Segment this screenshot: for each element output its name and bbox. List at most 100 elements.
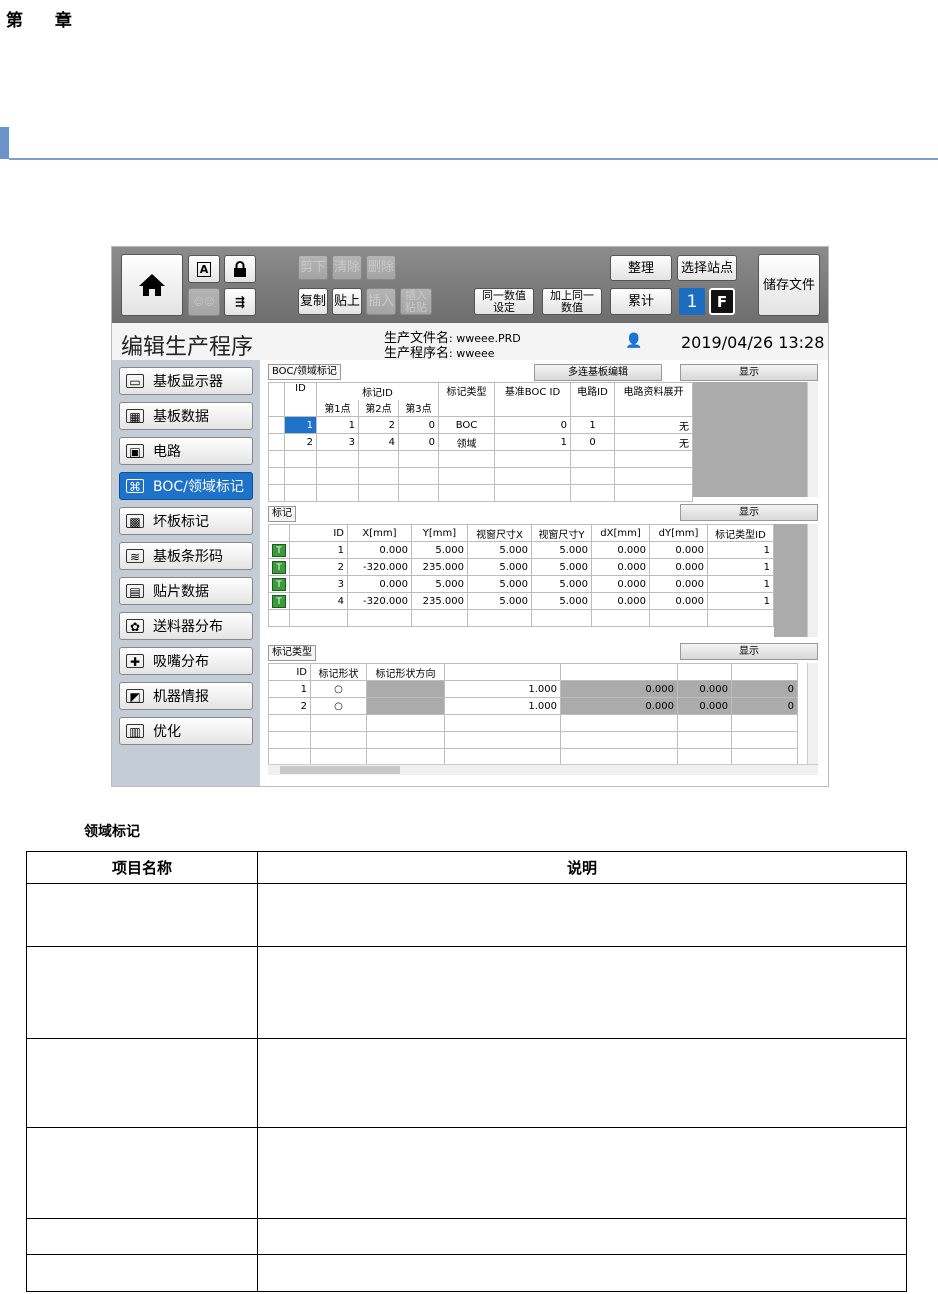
table-cell[interactable] xyxy=(310,731,367,749)
add-same-value-button[interactable]: 加上同一 数值 xyxy=(542,288,602,315)
table-cell[interactable]: 1 xyxy=(494,433,571,451)
home-button[interactable] xyxy=(121,254,183,316)
table-cell[interactable] xyxy=(570,467,615,485)
accumulate-button[interactable]: 累计 xyxy=(610,288,672,315)
table-cell[interactable]: 5.000 xyxy=(467,592,532,610)
table-cell[interactable] xyxy=(677,748,732,766)
sidebar-item-4[interactable]: ⌘ BOC/领域标记 xyxy=(119,472,253,500)
table-cell[interactable] xyxy=(316,450,359,468)
table-cell[interactable] xyxy=(649,609,708,627)
table-row[interactable] xyxy=(268,467,693,485)
boc-display-button[interactable]: 显示 xyxy=(680,364,818,381)
table-cell[interactable] xyxy=(731,731,798,749)
table-cell[interactable] xyxy=(316,484,359,502)
table-cell[interactable] xyxy=(560,748,678,766)
table-cell[interactable]: 235.000 xyxy=(411,558,468,576)
table-cell[interactable] xyxy=(366,697,445,715)
table-cell[interactable]: 0.000 xyxy=(347,575,412,593)
table-row[interactable]: T 2 -320.000 235.000 5.000 5.000 0.000 0.000 1 xyxy=(268,558,774,576)
table-cell[interactable]: 0.000 xyxy=(347,541,412,559)
table-cell[interactable]: 5.000 xyxy=(531,592,592,610)
table-row[interactable]: 1 ○ 1.000 0.000 0.000 0 xyxy=(268,680,798,698)
table-cell[interactable]: 5.000 xyxy=(531,575,592,593)
table-cell[interactable] xyxy=(438,450,495,468)
table-cell[interactable]: 1 xyxy=(707,541,774,559)
sidebar-item-9[interactable]: ✚ 吸嘴分布 xyxy=(119,647,253,675)
table-cell[interactable]: -320.000 xyxy=(347,592,412,610)
table-cell[interactable]: 3 xyxy=(289,575,348,593)
table-cell[interactable]: 0.000 xyxy=(591,541,650,559)
table-cell[interactable]: BOC xyxy=(438,416,495,434)
table-cell[interactable] xyxy=(358,467,399,485)
table-cell[interactable]: 无 xyxy=(614,433,693,451)
table-cell[interactable]: ○ xyxy=(310,680,367,698)
insert-button[interactable]: 插入 xyxy=(366,288,396,315)
table-row[interactable] xyxy=(268,731,798,749)
table-cell[interactable]: 1 xyxy=(284,416,317,434)
table-cell[interactable] xyxy=(494,467,571,485)
table-cell[interactable] xyxy=(614,450,693,468)
multi-board-edit-button[interactable]: 多连基板编辑 xyxy=(534,364,662,381)
table-row[interactable]: T 4 -320.000 235.000 5.000 5.000 0.000 0.000 1 xyxy=(268,592,774,610)
table-cell[interactable]: 0.000 xyxy=(649,541,708,559)
table-cell[interactable]: 0.000 xyxy=(591,575,650,593)
table-cell[interactable]: 5.000 xyxy=(531,558,592,576)
sidebar-item-8[interactable]: ✿ 送料器分布 xyxy=(119,612,253,640)
table-cell[interactable]: 0.000 xyxy=(560,697,678,715)
table-cell[interactable]: 0 xyxy=(731,680,798,698)
table-cell[interactable]: 1 xyxy=(289,541,348,559)
sidebar-item-2[interactable]: ▦ 基板数据 xyxy=(119,402,253,430)
table-cell[interactable] xyxy=(398,467,439,485)
table-cell[interactable]: 0.000 xyxy=(677,680,732,698)
table-cell[interactable]: 5.000 xyxy=(467,575,532,593)
table-cell[interactable] xyxy=(560,731,678,749)
table-cell[interactable]: 0.000 xyxy=(649,558,708,576)
table-cell[interactable]: 4 xyxy=(358,433,399,451)
hscroll-thumb[interactable] xyxy=(280,766,400,774)
table-row[interactable] xyxy=(268,609,774,627)
table-row[interactable]: T 3 0.000 5.000 5.000 5.000 0.000 0.000 1 xyxy=(268,575,774,593)
table-cell[interactable] xyxy=(614,484,693,502)
table-cell[interactable] xyxy=(531,609,592,627)
teach-badge[interactable]: T xyxy=(272,543,286,557)
table-cell[interactable] xyxy=(614,467,693,485)
table-cell[interactable]: 0.000 xyxy=(677,697,732,715)
table-cell[interactable]: 5.000 xyxy=(467,541,532,559)
select-station-button[interactable]: 选择站点 xyxy=(677,255,737,281)
table-cell[interactable] xyxy=(731,748,798,766)
sidebar-item-5[interactable]: ▩ 坏板标记 xyxy=(119,507,253,535)
teach-badge[interactable]: T xyxy=(272,560,286,574)
table-cell[interactable] xyxy=(444,731,561,749)
table-cell[interactable] xyxy=(268,714,311,732)
table-cell[interactable]: 0.000 xyxy=(591,558,650,576)
table-cell[interactable] xyxy=(467,609,532,627)
table-cell[interactable] xyxy=(268,731,311,749)
station-number-badge[interactable]: 1 xyxy=(679,288,705,315)
table-cell[interactable] xyxy=(398,450,439,468)
table-cell[interactable] xyxy=(366,714,445,732)
table-cell[interactable]: 5.000 xyxy=(467,558,532,576)
table-row[interactable] xyxy=(268,450,693,468)
table-cell[interactable]: 1 xyxy=(570,416,615,434)
sidebar-item-1[interactable]: ▭ 基板显示器 xyxy=(119,367,253,395)
table-cell[interactable] xyxy=(284,484,317,502)
table-cell[interactable] xyxy=(284,467,317,485)
sidebar-item-3[interactable]: ▣ 电路 xyxy=(119,437,253,465)
paste-button[interactable]: 贴上 xyxy=(332,288,362,315)
table-row[interactable] xyxy=(268,484,693,502)
table-cell[interactable]: 1.000 xyxy=(444,697,561,715)
table-cell[interactable]: 0 xyxy=(398,416,439,434)
table-cell[interactable]: 1 xyxy=(707,592,774,610)
teach-badge[interactable]: T xyxy=(272,577,286,591)
mark-scrollbar[interactable] xyxy=(807,524,818,637)
cut-button[interactable]: 剪下 xyxy=(298,255,328,280)
table-cell[interactable]: 2 xyxy=(268,697,311,715)
table-cell[interactable]: 0 xyxy=(731,697,798,715)
table-row[interactable]: 1 1 2 0 BOC 0 1 无 xyxy=(268,416,693,434)
arrange-button[interactable]: 整理 xyxy=(610,255,672,281)
sidebar-item-10[interactable]: ◩ 机器情报 xyxy=(119,682,253,710)
table-cell[interactable]: 0.000 xyxy=(649,575,708,593)
delete-button[interactable]: 删除 xyxy=(366,255,396,280)
table-cell[interactable] xyxy=(316,467,359,485)
table-row[interactable] xyxy=(268,714,798,732)
